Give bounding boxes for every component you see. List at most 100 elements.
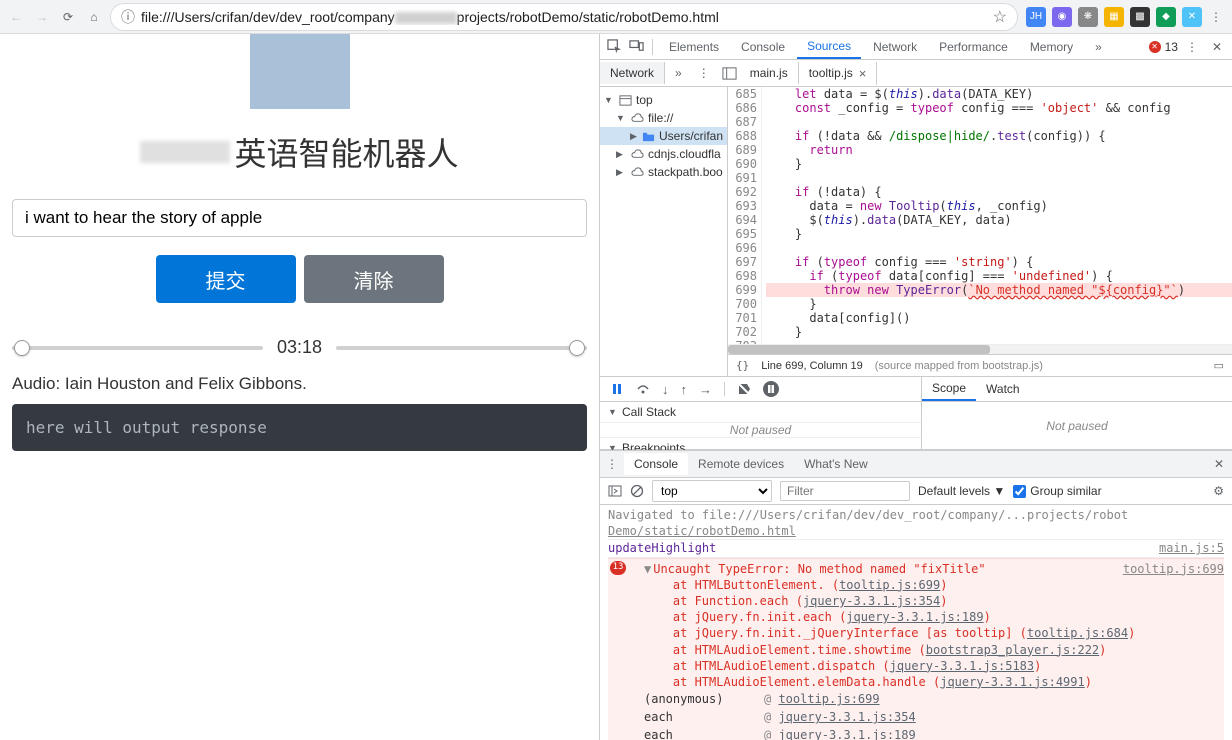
error-text: Uncaught TypeError: No method named "fix… (653, 562, 985, 576)
query-input[interactable] (12, 199, 587, 237)
console-output[interactable]: Navigated to file:///Users/crifan/dev/de… (600, 505, 1232, 740)
anon-row: each@ jquery-3.3.1.js:354 (608, 708, 1224, 726)
inspect-icon[interactable] (604, 39, 624, 54)
pane-menu-icon[interactable]: ⋮ (692, 66, 716, 80)
browser-toolbar: ← → ⟳ ⌂ ⓘ file:///Users/crifan/dev/dev_r… (0, 0, 1232, 34)
drawer-tab-console[interactable]: Console (624, 453, 688, 475)
error-source[interactable]: tooltip.js:699 (1123, 561, 1224, 577)
log-source[interactable]: main.js:5 (1159, 540, 1224, 556)
forward-button[interactable]: → (34, 9, 50, 25)
tabs-overflow-icon[interactable]: » (1085, 36, 1112, 58)
tree-item-users[interactable]: ▶Users/crifan (600, 127, 727, 145)
devtools-panel: Elements Console Sources Network Perform… (600, 34, 1232, 740)
ext-icon-1[interactable]: JH (1026, 7, 1046, 27)
coverage-icon[interactable]: ▭ (1214, 359, 1224, 372)
drawer-tab-remote[interactable]: Remote devices (688, 453, 794, 475)
ext-icon-4[interactable]: ▦ (1104, 7, 1124, 27)
tab-performance[interactable]: Performance (929, 36, 1018, 58)
ext-icon-3[interactable]: ❋ (1078, 7, 1098, 27)
reload-button[interactable]: ⟳ (60, 9, 76, 25)
file-tab-main[interactable]: main.js (740, 62, 799, 84)
file-tab-label: tooltip.js (809, 66, 853, 80)
stack-link[interactable]: jquery-3.3.1.js:5183 (890, 659, 1035, 673)
slider-left[interactable] (12, 346, 263, 350)
drawer-tab-whatsnew[interactable]: What's New (794, 453, 878, 475)
nav-buttons: ← → ⟳ ⌂ (8, 9, 102, 25)
group-similar-checkbox[interactable]: Group similar (1013, 484, 1101, 498)
step-over-button[interactable] (636, 382, 650, 396)
call-stack-header[interactable]: ▼Call Stack (600, 402, 921, 423)
pane-overflow-icon[interactable]: » (665, 62, 692, 84)
console-settings-icon[interactable]: ⚙ (1213, 484, 1224, 498)
star-icon[interactable]: ☆ (993, 7, 1007, 27)
ext-icon-5[interactable]: ▩ (1130, 7, 1150, 27)
sources-pane-tab[interactable]: Network (600, 62, 665, 84)
devtools-close-icon[interactable]: ✕ (1206, 40, 1228, 54)
error-count[interactable]: ✕ 13 (1149, 40, 1178, 54)
tab-network[interactable]: Network (863, 36, 927, 58)
home-button[interactable]: ⌂ (86, 9, 102, 25)
step-button[interactable]: → (699, 382, 712, 397)
code-status-bar: {} Line 699, Column 19 (source mapped fr… (728, 354, 1232, 376)
tree-item-cdnjs[interactable]: ▶cdnjs.cloudfla (600, 145, 727, 163)
tree-item-file[interactable]: ▼file:// (600, 109, 727, 127)
code-content[interactable]: let data = $(this).data(DATA_KEY) const … (762, 87, 1232, 344)
drawer-close-icon[interactable]: ✕ (1206, 457, 1232, 471)
slider-handle-left[interactable] (14, 340, 30, 356)
file-tab-tooltip[interactable]: tooltip.js × (799, 62, 878, 85)
devtools-tabs: Elements Console Sources Network Perform… (600, 34, 1232, 60)
context-select[interactable]: top (652, 480, 772, 502)
tab-memory[interactable]: Memory (1020, 36, 1083, 58)
page-content: 英语智能机器人 提交 清除 03:18 Audio: Iain Houston … (0, 34, 600, 740)
tab-elements[interactable]: Elements (659, 36, 729, 58)
log-levels-dropdown[interactable]: Default levels ▼ (918, 484, 1005, 498)
stack-link[interactable]: bootstrap3_player.js:222 (926, 643, 1099, 657)
pause-button[interactable] (610, 382, 624, 396)
time-display: 03:18 (277, 337, 322, 358)
stack-link[interactable]: jquery-3.3.1.js:4991 (940, 675, 1085, 689)
sidebar-toggle-icon[interactable] (720, 66, 740, 81)
slider-right[interactable] (336, 346, 587, 350)
back-button[interactable]: ← (8, 9, 24, 25)
nav-link[interactable]: Demo/static/robotDemo.html (608, 523, 796, 539)
stack-link[interactable]: jquery-3.3.1.js:189 (846, 610, 983, 624)
not-paused-message: Not paused (600, 423, 921, 437)
scroll-thumb[interactable] (728, 345, 990, 354)
step-into-button[interactable]: ↓ (662, 382, 669, 397)
tab-sources[interactable]: Sources (797, 35, 861, 59)
address-bar[interactable]: ⓘ file:///Users/crifan/dev/dev_root/comp… (110, 3, 1018, 31)
browser-menu-icon[interactable]: ⋮ (1208, 9, 1224, 25)
stack-link[interactable]: tooltip.js:684 (1027, 626, 1128, 640)
device-icon[interactable] (626, 39, 646, 54)
code-horizontal-scrollbar[interactable] (728, 344, 1232, 354)
anon-link[interactable]: jquery-3.3.1.js:354 (778, 710, 915, 724)
clear-console-icon[interactable] (630, 484, 644, 498)
tab-console[interactable]: Console (731, 36, 795, 58)
anon-link[interactable]: tooltip.js:699 (778, 692, 879, 706)
stack-frame: at HTMLAudioElement.elemData.handle (jqu… (608, 674, 1224, 690)
tab-watch[interactable]: Watch (976, 378, 1030, 400)
console-sidebar-toggle-icon[interactable] (608, 484, 622, 498)
close-icon[interactable]: × (859, 66, 867, 81)
pause-on-exceptions-button[interactable] (763, 381, 779, 397)
ext-icon-2[interactable]: ◉ (1052, 7, 1072, 27)
tree-item-stackpath[interactable]: ▶stackpath.boo (600, 163, 727, 181)
format-icon[interactable]: {} (736, 359, 749, 372)
tab-scope[interactable]: Scope (922, 377, 976, 401)
anon-link[interactable]: jquery-3.3.1.js:189 (778, 728, 915, 740)
tree-item-top[interactable]: ▼top (600, 91, 727, 109)
ext-icon-6[interactable]: ◆ (1156, 7, 1176, 27)
stack-frame: at HTMLAudioElement.dispatch (jquery-3.3… (608, 658, 1224, 674)
devtools-menu-icon[interactable]: ⋮ (1180, 40, 1204, 54)
submit-button[interactable]: 提交 (156, 255, 296, 303)
step-out-button[interactable]: ↑ (681, 382, 688, 397)
console-filter-input[interactable] (780, 481, 910, 501)
drawer-menu-icon[interactable]: ⋮ (600, 457, 624, 471)
slider-handle-right[interactable] (569, 340, 585, 356)
ext-icon-7[interactable]: ✕ (1182, 7, 1202, 27)
title-blurred-part (140, 141, 230, 163)
stack-link[interactable]: jquery-3.3.1.js:354 (803, 594, 940, 608)
stack-link[interactable]: tooltip.js:699 (839, 578, 940, 592)
deactivate-breakpoints-button[interactable] (737, 382, 751, 396)
clear-button[interactable]: 清除 (304, 255, 444, 303)
